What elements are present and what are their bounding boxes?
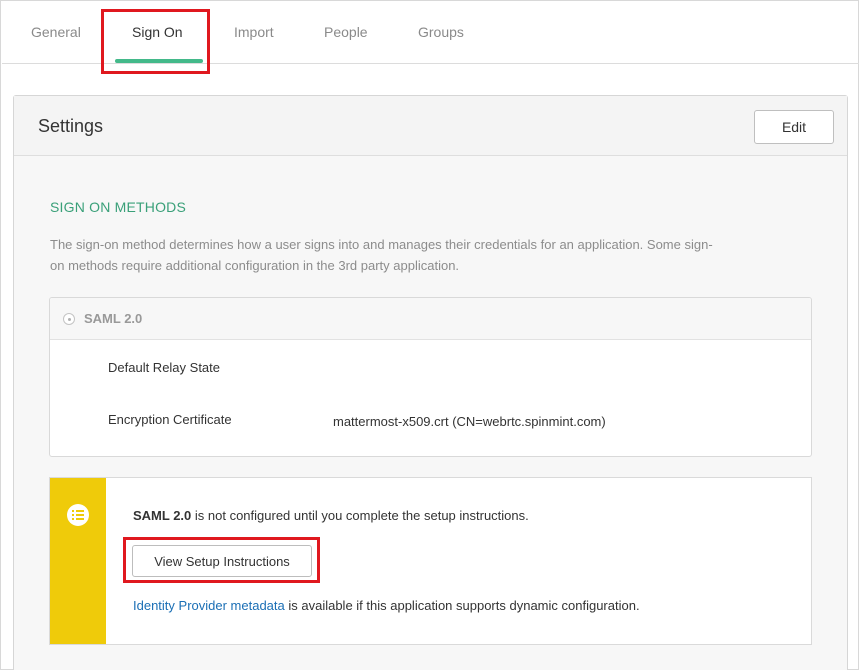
sign-on-description: The sign-on method determines how a user… bbox=[50, 234, 820, 276]
tab-groups[interactable]: Groups bbox=[418, 24, 464, 40]
settings-header: Settings Edit bbox=[14, 96, 847, 156]
metadata-note: Identity Provider metadata is available … bbox=[133, 598, 640, 613]
relay-state-label: Default Relay State bbox=[108, 360, 221, 375]
tab-people[interactable]: People bbox=[324, 24, 368, 40]
settings-panel: Settings Edit SIGN ON METHODS The sign-o… bbox=[13, 95, 848, 670]
sign-on-tab-highlight bbox=[101, 9, 210, 74]
description-line-1: The sign-on method determines how a user… bbox=[50, 237, 713, 252]
edit-button[interactable]: Edit bbox=[754, 110, 834, 144]
identity-provider-metadata-link[interactable]: Identity Provider metadata bbox=[133, 598, 285, 613]
encryption-certificate-label: Encryption Certificate bbox=[108, 412, 232, 427]
notice-message: SAML 2.0 is not configured until you com… bbox=[133, 508, 529, 523]
description-line-2: on methods require additional configurat… bbox=[50, 258, 460, 273]
notice-message-text: is not configured until you complete the… bbox=[191, 508, 529, 523]
notice-bar bbox=[50, 478, 106, 644]
radio-icon[interactable] bbox=[63, 313, 75, 325]
saml-method-header: SAML 2.0 bbox=[50, 298, 811, 340]
tab-import[interactable]: Import bbox=[234, 24, 274, 40]
setup-button-highlight bbox=[123, 537, 320, 583]
encryption-certificate-value: mattermost-x509.crt (CN=webrtc.spinmint.… bbox=[333, 414, 606, 429]
settings-title: Settings bbox=[38, 116, 104, 136]
metadata-note-text: is available if this application support… bbox=[284, 598, 640, 613]
section-title-sign-on-methods: SIGN ON METHODS bbox=[50, 199, 187, 215]
notice-method-name: SAML 2.0 bbox=[133, 508, 192, 523]
saml-method-label: SAML 2.0 bbox=[84, 311, 143, 326]
saml-method-box: SAML 2.0 Default Relay State Encryption … bbox=[49, 297, 812, 457]
app-frame: General Sign On Import People Groups Set… bbox=[0, 0, 859, 670]
tab-general[interactable]: General bbox=[31, 24, 81, 40]
list-icon bbox=[67, 504, 89, 526]
